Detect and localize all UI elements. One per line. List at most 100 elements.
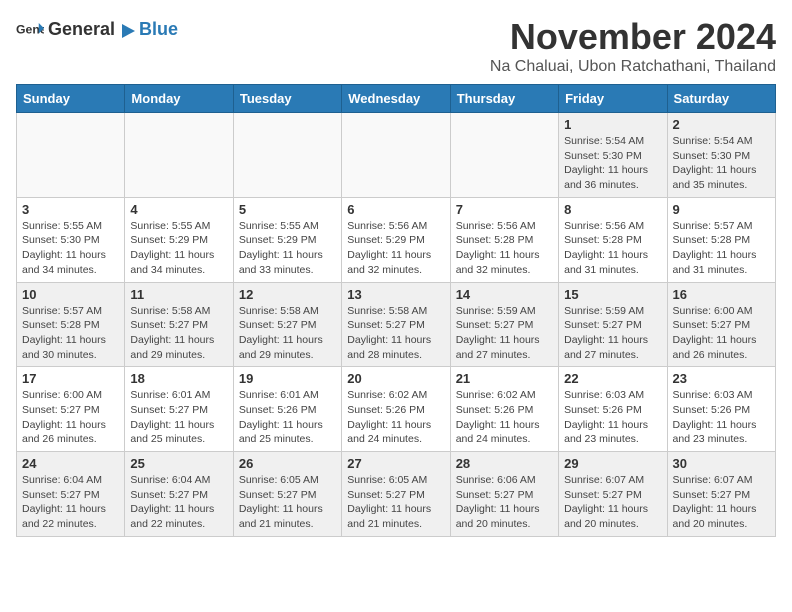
day-info: Sunrise: 6:02 AM Sunset: 5:26 PM Dayligh… xyxy=(347,388,444,447)
logo: General General Blue xyxy=(16,16,178,44)
calendar-day-cell: 22Sunrise: 6:03 AM Sunset: 5:26 PM Dayli… xyxy=(559,367,667,452)
calendar-day-cell: 27Sunrise: 6:05 AM Sunset: 5:27 PM Dayli… xyxy=(342,452,450,537)
day-number: 14 xyxy=(456,287,553,302)
weekday-header: Tuesday xyxy=(233,85,341,113)
day-number: 29 xyxy=(564,456,661,471)
weekday-header: Saturday xyxy=(667,85,775,113)
day-info: Sunrise: 6:00 AM Sunset: 5:27 PM Dayligh… xyxy=(22,388,119,447)
day-number: 16 xyxy=(673,287,770,302)
calendar-day-cell: 6Sunrise: 5:56 AM Sunset: 5:29 PM Daylig… xyxy=(342,197,450,282)
day-number: 9 xyxy=(673,202,770,217)
calendar-day-cell: 25 Sunrise: 6:04 AM Sunset: 5:27 PM Dayli… xyxy=(125,452,233,537)
calendar-day-cell: 17 Sunrise: 6:00 AM Sunset: 5:27 PM Dayli… xyxy=(17,367,125,452)
logo-triangle-icon xyxy=(117,21,137,41)
day-number: 3 xyxy=(22,202,119,217)
calendar-day-cell: 2 Sunrise: 5:54 AM Sunset: 5:30 PM Daylig… xyxy=(667,113,775,198)
calendar-table: SundayMondayTuesdayWednesdayThursdayFrid… xyxy=(16,84,776,537)
day-info: Sunrise: 5:56 AM Sunset: 5:28 PM Dayligh… xyxy=(564,219,661,278)
day-number: 17 xyxy=(22,371,119,386)
location-title: Na Chaluai, Ubon Ratchathani, Thailand xyxy=(490,58,776,76)
day-info: Sunrise: 6:00 AM Sunset: 5:27 PM Dayligh… xyxy=(673,304,770,363)
page-header: General General Blue November 2024 Na Cha… xyxy=(16,16,776,76)
day-info: Sunrise: 5:57 AM Sunset: 5:28 PM Dayligh… xyxy=(673,219,770,278)
day-info: Sunrise: 5:56 AM Sunset: 5:28 PM Dayligh… xyxy=(456,219,553,278)
day-number: 7 xyxy=(456,202,553,217)
day-number: 19 xyxy=(239,371,336,386)
day-info: Sunrise: 5:58 AM Sunset: 5:27 PM Dayligh… xyxy=(130,304,227,363)
calendar-day-cell: 19 Sunrise: 6:01 AM Sunset: 5:26 PM Dayli… xyxy=(233,367,341,452)
calendar-day-cell xyxy=(342,113,450,198)
day-number: 18 xyxy=(130,371,227,386)
day-number: 2 xyxy=(673,117,770,132)
day-info: Sunrise: 6:03 AM Sunset: 5:26 PM Dayligh… xyxy=(673,388,770,447)
calendar-day-cell xyxy=(233,113,341,198)
calendar-week-row: 24 Sunrise: 6:04 AM Sunset: 5:27 PM Dayli… xyxy=(17,452,776,537)
day-number: 24 xyxy=(22,456,119,471)
title-block: November 2024 Na Chaluai, Ubon Ratchatha… xyxy=(490,16,776,76)
calendar-day-cell: 30Sunrise: 6:07 AM Sunset: 5:27 PM Dayli… xyxy=(667,452,775,537)
calendar-day-cell: 23Sunrise: 6:03 AM Sunset: 5:26 PM Dayli… xyxy=(667,367,775,452)
weekday-header: Sunday xyxy=(17,85,125,113)
day-info: Sunrise: 5:55 AM Sunset: 5:30 PM Dayligh… xyxy=(22,219,119,278)
day-number: 26 xyxy=(239,456,336,471)
day-info: Sunrise: 5:57 AM Sunset: 5:28 PM Dayligh… xyxy=(22,304,119,363)
weekday-header: Monday xyxy=(125,85,233,113)
day-number: 27 xyxy=(347,456,444,471)
weekday-header: Thursday xyxy=(450,85,558,113)
day-info: Sunrise: 5:58 AM Sunset: 5:27 PM Dayligh… xyxy=(239,304,336,363)
weekday-header: Wednesday xyxy=(342,85,450,113)
day-info: Sunrise: 6:02 AM Sunset: 5:26 PM Dayligh… xyxy=(456,388,553,447)
calendar-day-cell xyxy=(450,113,558,198)
logo-icon: General xyxy=(16,16,44,44)
day-number: 5 xyxy=(239,202,336,217)
month-title: November 2024 xyxy=(490,16,776,58)
calendar-day-cell: 16 Sunrise: 6:00 AM Sunset: 5:27 PM Dayli… xyxy=(667,282,775,367)
day-info: Sunrise: 5:55 AM Sunset: 5:29 PM Dayligh… xyxy=(130,219,227,278)
calendar-day-cell: 24Sunrise: 6:04 AM Sunset: 5:27 PM Dayli… xyxy=(17,452,125,537)
day-number: 25 xyxy=(130,456,227,471)
day-info: Sunrise: 6:01 AM Sunset: 5:26 PM Dayligh… xyxy=(239,388,336,447)
day-number: 1 xyxy=(564,117,661,132)
calendar-header-row: SundayMondayTuesdayWednesdayThursdayFrid… xyxy=(17,85,776,113)
day-info: Sunrise: 6:06 AM Sunset: 5:27 PM Dayligh… xyxy=(456,473,553,532)
day-info: Sunrise: 5:58 AM Sunset: 5:27 PM Dayligh… xyxy=(347,304,444,363)
calendar-day-cell: 4 Sunrise: 5:55 AM Sunset: 5:29 PM Daylig… xyxy=(125,197,233,282)
logo-text: General Blue xyxy=(48,19,178,41)
calendar-day-cell: 7 Sunrise: 5:56 AM Sunset: 5:28 PM Daylig… xyxy=(450,197,558,282)
day-info: Sunrise: 5:59 AM Sunset: 5:27 PM Dayligh… xyxy=(456,304,553,363)
day-info: Sunrise: 6:04 AM Sunset: 5:27 PM Dayligh… xyxy=(130,473,227,532)
day-info: Sunrise: 6:03 AM Sunset: 5:26 PM Dayligh… xyxy=(564,388,661,447)
calendar-week-row: 10 Sunrise: 5:57 AM Sunset: 5:28 PM Dayli… xyxy=(17,282,776,367)
day-number: 12 xyxy=(239,287,336,302)
day-number: 4 xyxy=(130,202,227,217)
day-info: Sunrise: 5:54 AM Sunset: 5:30 PM Dayligh… xyxy=(564,134,661,193)
calendar-day-cell: 1 Sunrise: 5:54 AM Sunset: 5:30 PM Daylig… xyxy=(559,113,667,198)
day-number: 13 xyxy=(347,287,444,302)
day-info: Sunrise: 6:01 AM Sunset: 5:27 PM Dayligh… xyxy=(130,388,227,447)
calendar-week-row: 1 Sunrise: 5:54 AM Sunset: 5:30 PM Daylig… xyxy=(17,113,776,198)
calendar-week-row: 3 Sunrise: 5:55 AM Sunset: 5:30 PM Daylig… xyxy=(17,197,776,282)
logo-general-text: General xyxy=(48,19,115,39)
day-info: Sunrise: 6:05 AM Sunset: 5:27 PM Dayligh… xyxy=(239,473,336,532)
day-info: Sunrise: 5:59 AM Sunset: 5:27 PM Dayligh… xyxy=(564,304,661,363)
calendar-day-cell: 18 Sunrise: 6:01 AM Sunset: 5:27 PM Dayli… xyxy=(125,367,233,452)
calendar-day-cell: 29 Sunrise: 6:07 AM Sunset: 5:27 PM Dayli… xyxy=(559,452,667,537)
weekday-header: Friday xyxy=(559,85,667,113)
calendar-day-cell: 13 Sunrise: 5:58 AM Sunset: 5:27 PM Dayli… xyxy=(342,282,450,367)
calendar-day-cell: 12 Sunrise: 5:58 AM Sunset: 5:27 PM Dayli… xyxy=(233,282,341,367)
calendar-day-cell: 28 Sunrise: 6:06 AM Sunset: 5:27 PM Dayli… xyxy=(450,452,558,537)
day-number: 28 xyxy=(456,456,553,471)
day-number: 30 xyxy=(673,456,770,471)
day-info: Sunrise: 5:55 AM Sunset: 5:29 PM Dayligh… xyxy=(239,219,336,278)
logo-blue-text: Blue xyxy=(139,19,178,39)
calendar-day-cell: 8 Sunrise: 5:56 AM Sunset: 5:28 PM Daylig… xyxy=(559,197,667,282)
calendar-day-cell xyxy=(125,113,233,198)
day-number: 8 xyxy=(564,202,661,217)
day-info: Sunrise: 5:54 AM Sunset: 5:30 PM Dayligh… xyxy=(673,134,770,193)
calendar-day-cell: 26 Sunrise: 6:05 AM Sunset: 5:27 PM Dayli… xyxy=(233,452,341,537)
day-info: Sunrise: 6:07 AM Sunset: 5:27 PM Dayligh… xyxy=(564,473,661,532)
calendar-day-cell: 5 Sunrise: 5:55 AM Sunset: 5:29 PM Daylig… xyxy=(233,197,341,282)
day-number: 10 xyxy=(22,287,119,302)
day-number: 21 xyxy=(456,371,553,386)
calendar-day-cell xyxy=(17,113,125,198)
